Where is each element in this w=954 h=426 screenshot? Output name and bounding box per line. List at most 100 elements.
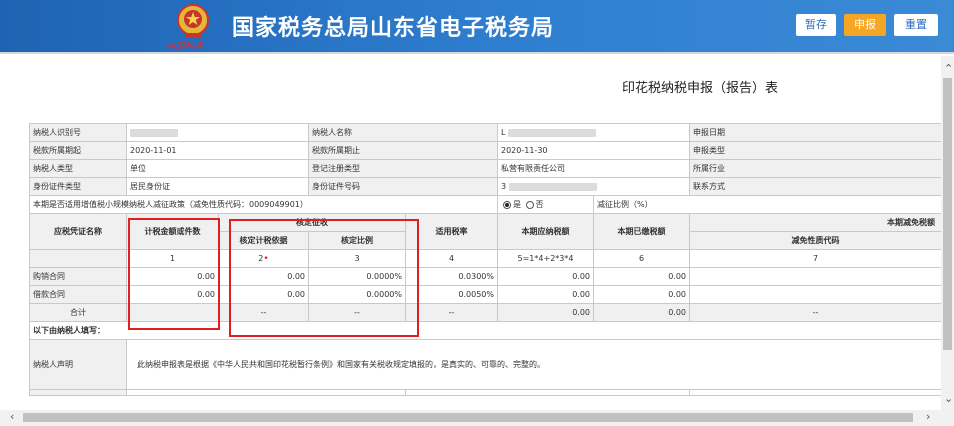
masked-value xyxy=(508,128,597,137)
cutoff-cell xyxy=(405,389,690,396)
index-cell: 5=1*4+2*3*4 xyxy=(497,249,594,268)
reg-type-label: 登记注册类型 xyxy=(308,159,498,178)
relief-radio-group[interactable]: 是 否 xyxy=(497,195,594,214)
reg-type-value[interactable]: 私营有限责任公司 xyxy=(497,159,690,178)
verified-basis-input[interactable]: 0.00 xyxy=(218,285,309,304)
relief-ratio-label: 减征比例（%） xyxy=(593,195,942,214)
index-cell: 6 xyxy=(593,249,690,268)
fill-section-row: 以下由纳税人填写： xyxy=(29,321,942,340)
index-cell: 4 xyxy=(405,249,498,268)
table-row: 购销合同 0.00 0.00 0.0000% 0.0300% 0.00 0.00 xyxy=(29,267,942,286)
col-amount-header: 计税金额或件数 xyxy=(126,213,219,250)
paid-value[interactable]: 0.00 xyxy=(593,285,690,304)
col-verified-header: 核定征收 xyxy=(218,213,406,232)
masked-value xyxy=(130,128,178,137)
declaration-text: 此纳税申报表是根据《中华人民共和国印花税暂行条例》和国家有关税收规定填报的，是真… xyxy=(126,339,942,390)
fill-by-taxpayer-heading: 以下由纳税人填写： xyxy=(29,321,942,340)
scroll-right-icon[interactable]: › xyxy=(926,411,930,423)
period-end-label: 税款所属期止 xyxy=(308,141,498,160)
stamp-tax-form: 纳税人识别号 纳税人名称 L 申报日期 税款所属期起 2020-11-01 税款… xyxy=(29,123,942,396)
total-paid: 0.00 xyxy=(593,303,690,322)
cutoff-cell xyxy=(29,389,127,396)
rate-value: 0.0300% xyxy=(405,267,498,286)
info-row-2: 税款所属期起 2020-11-01 税款所属期止 2020-11-30 申报类型 xyxy=(29,141,942,160)
taxpayer-name-field[interactable]: L xyxy=(497,123,690,142)
header-divider xyxy=(0,52,954,54)
taxpayer-type-value[interactable]: 单位 xyxy=(126,159,309,178)
col-relief-header: 本期减免税额 xyxy=(689,213,942,232)
submit-button[interactable]: 申报 xyxy=(844,14,886,36)
header-bar: 中国税务 国家税务总局山东省电子税务局 暂存 申报 重置 xyxy=(0,0,954,52)
period-start-label: 税款所属期起 xyxy=(29,141,127,160)
period-end-value[interactable]: 2020-11-30 xyxy=(497,141,690,160)
id-type-label: 身份证件类型 xyxy=(29,177,127,196)
declare-type-label: 申报类型 xyxy=(689,141,942,160)
scroll-left-icon[interactable]: ‹ xyxy=(10,411,14,423)
app-window: 中国税务 国家税务总局山东省电子税务局 暂存 申报 重置 印花税纳税申报（报告）… xyxy=(0,0,954,426)
relief-code-select[interactable] xyxy=(689,285,942,304)
relief-row: 本期是否适用增值税小规模纳税人减征政策（减免性质代码：0009049901） 是… xyxy=(29,195,942,214)
col-rate-header: 适用税率 xyxy=(405,213,498,250)
scroll-up-icon[interactable]: ⌃ xyxy=(944,63,953,75)
verified-ratio-input[interactable]: 0.0000% xyxy=(308,285,406,304)
id-no-label: 身份证件号码 xyxy=(308,177,498,196)
id-no-value: 3 xyxy=(501,182,507,191)
relief-question: 本期是否适用增值税小规模纳税人减征政策（减免性质代码：0009049901） xyxy=(29,195,498,214)
save-draft-button[interactable]: 暂存 xyxy=(796,14,836,36)
horizontal-scroll-thumb[interactable] xyxy=(23,413,913,422)
index-cell-empty xyxy=(29,249,127,268)
scroll-down-icon[interactable]: ⌄ xyxy=(944,393,953,405)
amount-input[interactable]: 0.00 xyxy=(126,285,219,304)
index-cell: 2• xyxy=(218,249,309,268)
total-payable: 0.00 xyxy=(497,303,594,322)
taxpayer-name-value: L xyxy=(501,128,506,137)
id-no-field[interactable]: 3 xyxy=(497,177,690,196)
radio-no-label: 否 xyxy=(535,200,544,209)
table-header-row-1: 应税凭证名称 计税金额或件数 核定征收 适用税率 本期应纳税额 本期已缴税额 本… xyxy=(29,213,942,250)
taxpayer-name-label: 纳税人名称 xyxy=(308,123,498,142)
index-cell: 3 xyxy=(308,249,406,268)
col-payable-header: 本期应纳税额 xyxy=(497,213,594,250)
contact-label: 联系方式 xyxy=(689,177,942,196)
industry-label: 所属行业 xyxy=(689,159,942,178)
required-mark: • xyxy=(263,253,269,264)
id-type-value[interactable]: 居民身份证 xyxy=(126,177,309,196)
vertical-scroll-thumb[interactable] xyxy=(943,78,952,350)
form-title: 印花税纳税申报（报告）表 xyxy=(622,81,779,96)
payable-value: 0.00 xyxy=(497,267,594,286)
col-name-header: 应税凭证名称 xyxy=(29,213,127,250)
col-verified-basis-header: 核定计税依据 xyxy=(218,231,309,250)
index-cell: 1 xyxy=(126,249,219,268)
taxpayer-id-field[interactable] xyxy=(126,123,309,142)
col-relief-code-header: 减免性质代码 xyxy=(689,231,942,250)
site-title: 国家税务总局山东省电子税务局 xyxy=(232,16,555,41)
radio-yes-label: 是 xyxy=(513,200,521,209)
verified-basis-input[interactable]: 0.00 xyxy=(218,267,309,286)
cutoff-cell xyxy=(689,389,942,396)
row-name: 借款合同 xyxy=(29,285,127,304)
total-amount xyxy=(126,303,219,322)
declaration-label: 纳税人声明 xyxy=(29,339,127,390)
period-start-value[interactable]: 2020-11-01 xyxy=(126,141,309,160)
amount-input[interactable]: 0.00 xyxy=(126,267,219,286)
row-name: 购销合同 xyxy=(29,267,127,286)
total-ratio: -- xyxy=(308,303,406,322)
rate-value: 0.0050% xyxy=(405,285,498,304)
cutoff-cell xyxy=(126,389,406,396)
masked-value xyxy=(509,182,598,191)
index-cell: 7 xyxy=(689,249,942,268)
cutoff-row xyxy=(29,389,942,396)
taxpayer-id-label: 纳税人识别号 xyxy=(29,123,127,142)
info-row-1: 纳税人识别号 纳税人名称 L 申报日期 xyxy=(29,123,942,142)
radio-no-icon[interactable] xyxy=(525,200,534,209)
relief-code-select[interactable] xyxy=(689,267,942,286)
col-verified-ratio-header: 核定比例 xyxy=(308,231,406,250)
verified-ratio-input[interactable]: 0.0000% xyxy=(308,267,406,286)
paid-value[interactable]: 0.00 xyxy=(593,267,690,286)
reset-button[interactable]: 重置 xyxy=(894,14,938,36)
radio-yes-icon[interactable] xyxy=(503,200,511,209)
taxpayer-type-label: 纳税人类型 xyxy=(29,159,127,178)
payable-value: 0.00 xyxy=(497,285,594,304)
tax-emblem-icon xyxy=(177,4,209,38)
table-row: 借款合同 0.00 0.00 0.0000% 0.0050% 0.00 0.00 xyxy=(29,285,942,304)
